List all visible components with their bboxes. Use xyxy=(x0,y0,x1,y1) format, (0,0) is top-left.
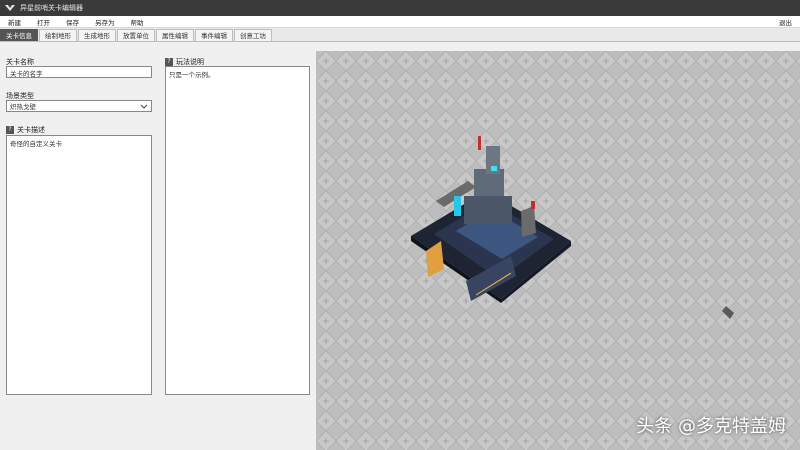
level-name-input[interactable]: 关卡的名字 xyxy=(6,66,152,78)
menu-save[interactable]: 保存 xyxy=(58,17,87,27)
tab-edit-properties[interactable]: 属性编辑 xyxy=(156,29,194,41)
level-desc-textarea[interactable]: 奇怪的自定义关卡 xyxy=(6,135,152,395)
app-title: 异星前哨关卡编辑器 xyxy=(20,4,83,12)
tab-workshop[interactable]: 创意工坊 xyxy=(234,29,272,41)
tab-generate-terrain[interactable]: 生成地形 xyxy=(78,29,116,41)
scene-type-select[interactable]: 炽热戈壁 xyxy=(6,100,152,112)
tab-level-info[interactable]: 关卡信息 xyxy=(0,29,38,41)
gameplay-label: 玩法说明 xyxy=(176,58,204,66)
gameplay-textarea[interactable]: 只是一个示例。 xyxy=(165,66,310,395)
tab-paint-terrain[interactable]: 绘制地形 xyxy=(39,29,77,41)
base-model-illustration xyxy=(411,136,734,319)
watermark-text: 头条 @多克特盖姆 xyxy=(636,416,786,437)
menu-help[interactable]: 帮助 xyxy=(123,17,152,27)
menu-exit[interactable]: 退出 xyxy=(771,17,800,27)
title-bar: 异星前哨关卡编辑器 xyxy=(0,0,800,16)
menu-new[interactable]: 新建 xyxy=(0,17,29,27)
map-preview-viewport[interactable]: 头条 @多克特盖姆 xyxy=(316,51,800,450)
scene-type-value: 炽热戈壁 xyxy=(10,103,36,111)
app-logo-icon xyxy=(5,5,15,11)
tab-bar: 关卡信息 绘制地形 生成地形 放置单位 属性编辑 事件编辑 创意工坊 xyxy=(0,28,800,42)
menu-bar: 新建 打开 保存 另存为 帮助 退出 xyxy=(0,16,800,28)
menu-open[interactable]: 打开 xyxy=(29,17,58,27)
tab-place-units[interactable]: 放置单位 xyxy=(117,29,155,41)
help-icon[interactable]: ? xyxy=(6,126,14,134)
level-desc-label-row: ? 关卡描述 xyxy=(6,125,45,135)
menu-save-as[interactable]: 另存为 xyxy=(87,17,123,27)
viewport-top-gap xyxy=(316,42,800,51)
chevron-down-icon xyxy=(140,104,148,109)
help-icon[interactable]: ? xyxy=(165,58,173,66)
level-desc-label: 关卡描述 xyxy=(17,126,45,134)
tab-edit-events[interactable]: 事件编辑 xyxy=(195,29,233,41)
